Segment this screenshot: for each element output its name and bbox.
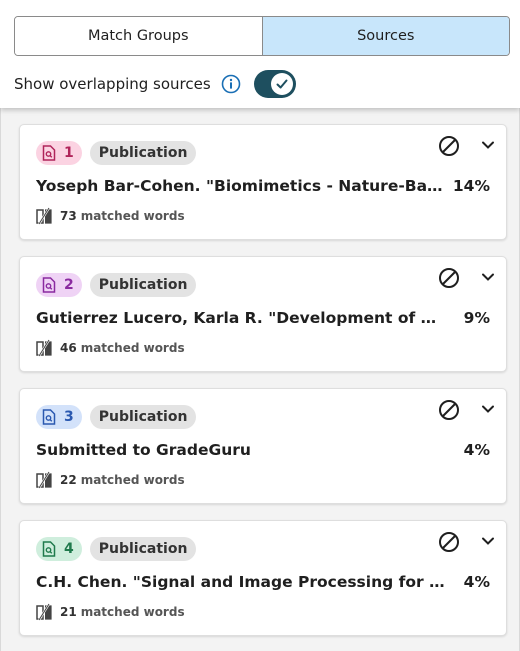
document-search-icon <box>42 277 56 293</box>
source-number-badge: 4 <box>36 537 82 561</box>
matched-label: matched words <box>80 341 185 355</box>
matched-words: 21 matched words <box>36 603 185 621</box>
matched-label: matched words <box>80 473 185 487</box>
matched-words-icon <box>36 603 52 621</box>
source-type-badge: Publication <box>89 273 197 297</box>
matched-count: 46 <box>60 341 77 355</box>
exclude-source-icon[interactable] <box>438 267 460 289</box>
matched-count: 21 <box>60 605 77 619</box>
document-search-icon <box>42 409 56 425</box>
source-title[interactable]: Submitted to GradeGuru <box>36 441 446 459</box>
panel-header: Match Groups Sources Show overlapping so… <box>0 0 520 108</box>
source-percent: 14% <box>452 177 490 195</box>
source-card[interactable]: 3 Publication Submitted to GradeGuru 4% … <box>19 388 507 504</box>
overlap-setting: Show overlapping sources <box>14 70 296 98</box>
chevron-down-icon[interactable] <box>481 137 495 151</box>
source-number-badge: 3 <box>36 405 82 429</box>
source-card[interactable]: 1 Publication Yoseph Bar-Cohen. "Biomime… <box>19 124 507 240</box>
tab-match-groups[interactable]: Match Groups <box>15 17 263 55</box>
source-number: 3 <box>64 409 74 425</box>
source-title[interactable]: Yoseph Bar-Cohen. "Biomimetics - Nature-… <box>36 177 446 195</box>
source-number: 1 <box>64 145 74 161</box>
source-title[interactable]: C.H. Chen. "Signal and Image Processing … <box>36 573 446 591</box>
exclude-source-icon[interactable] <box>438 531 460 553</box>
source-title[interactable]: Gutierrez Lucero, Karla R. "Development … <box>36 309 446 327</box>
toggle-knob <box>271 73 293 95</box>
matched-words: 46 matched words <box>36 339 185 357</box>
chevron-down-icon[interactable] <box>481 269 495 283</box>
document-search-icon <box>42 541 56 557</box>
view-toggle-group: Match Groups Sources <box>14 16 510 56</box>
matched-words-icon <box>36 471 52 489</box>
source-type-badge: Publication <box>89 537 197 561</box>
source-card[interactable]: 4 Publication C.H. Chen. "Signal and Ima… <box>19 520 507 636</box>
overlap-toggle[interactable] <box>254 70 296 98</box>
source-percent: 4% <box>463 573 490 591</box>
matched-label: matched words <box>80 209 185 223</box>
matched-count: 73 <box>60 209 77 223</box>
exclude-source-icon[interactable] <box>438 135 460 157</box>
check-icon <box>276 79 288 89</box>
source-percent: 9% <box>463 309 490 327</box>
source-number-badge: 2 <box>36 273 82 297</box>
source-percent: 4% <box>463 441 490 459</box>
matched-words-icon <box>36 339 52 357</box>
chevron-down-icon[interactable] <box>481 401 495 415</box>
matched-words: 73 matched words <box>36 207 185 225</box>
overlap-label: Show overlapping sources <box>14 75 211 93</box>
matched-label: matched words <box>80 605 185 619</box>
tab-sources[interactable]: Sources <box>262 17 509 55</box>
matched-words: 22 matched words <box>36 471 185 489</box>
sources-list: 1 Publication Yoseph Bar-Cohen. "Biomime… <box>0 108 520 651</box>
info-icon[interactable] <box>221 74 241 94</box>
source-card[interactable]: 2 Publication Gutierrez Lucero, Karla R.… <box>19 256 507 372</box>
matched-count: 22 <box>60 473 77 487</box>
source-number: 2 <box>64 277 74 293</box>
matched-words-icon <box>36 207 52 225</box>
source-number: 4 <box>64 541 74 557</box>
document-search-icon <box>42 145 56 161</box>
source-type-badge: Publication <box>89 141 197 165</box>
chevron-down-icon[interactable] <box>481 533 495 547</box>
source-number-badge: 1 <box>36 141 82 165</box>
exclude-source-icon[interactable] <box>438 399 460 421</box>
source-type-badge: Publication <box>89 405 197 429</box>
